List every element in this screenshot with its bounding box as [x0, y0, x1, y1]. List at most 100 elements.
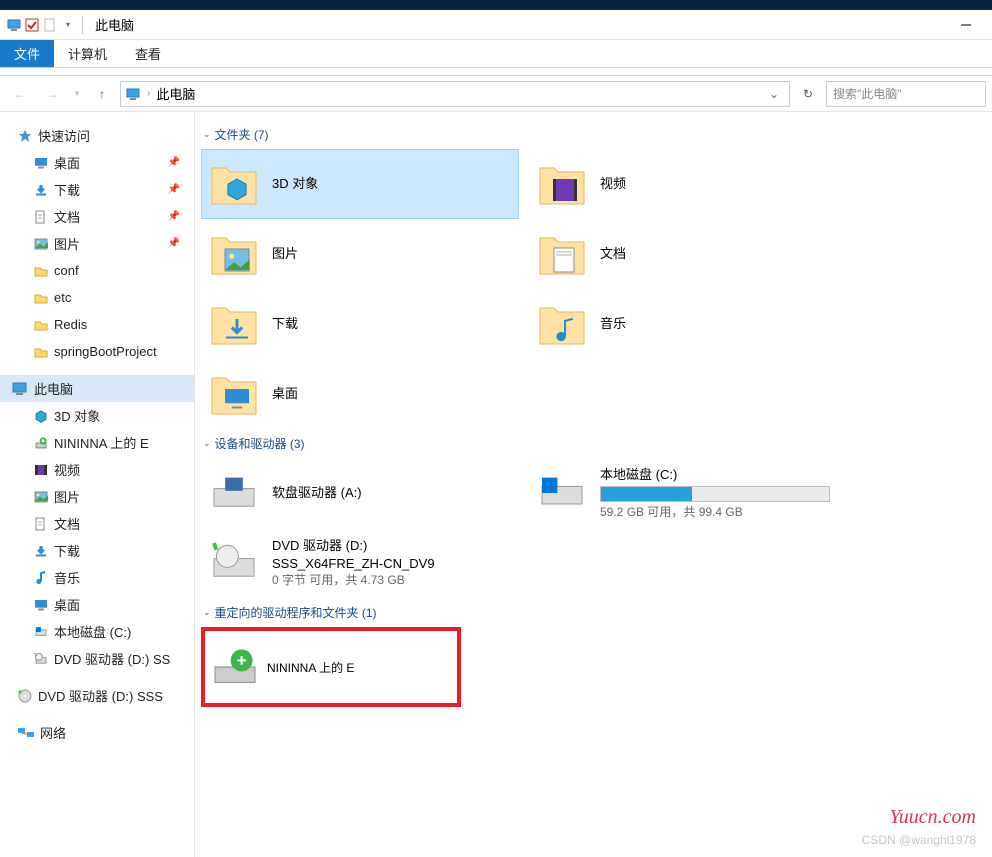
- forward-button[interactable]: →: [38, 80, 66, 108]
- dvd-icon: [34, 652, 48, 666]
- pin-icon: 📌: [168, 157, 180, 168]
- folder-icon: [34, 264, 48, 278]
- sidebar-item[interactable]: 图片📌: [0, 230, 194, 257]
- folder-tile[interactable]: 视频: [529, 149, 847, 219]
- pc-icon: [12, 382, 28, 396]
- up-button[interactable]: ↑: [88, 80, 116, 108]
- device-tile[interactable]: DVD 驱动器 (D:)SSS_X64FRE_ZH-CN_DV90 字节 可用，…: [201, 528, 519, 598]
- sidebar-item[interactable]: 下载: [0, 537, 194, 564]
- music-icon: [538, 300, 586, 348]
- csdn-watermark: CSDN @wanghl1978: [862, 833, 976, 847]
- dvd-icon: [18, 689, 32, 703]
- watermark: Yuucn.com: [890, 806, 976, 829]
- sidebar-item[interactable]: 桌面📌: [0, 149, 194, 176]
- tab-computer[interactable]: 计算机: [54, 40, 121, 67]
- sidebar-item[interactable]: 音乐: [0, 564, 194, 591]
- download-icon: [34, 544, 48, 558]
- network-icon: [18, 726, 34, 740]
- sidebar-item[interactable]: 3D 对象: [0, 402, 194, 429]
- sidebar-network[interactable]: 网络: [0, 719, 194, 746]
- desktop-icon: [34, 598, 48, 612]
- section-redirected-header[interactable]: ⌄ 重定向的驱动程序和文件夹 (1): [203, 604, 986, 621]
- check-icon: [24, 17, 40, 33]
- sidebar-item[interactable]: 图片: [0, 483, 194, 510]
- 3d-icon: [210, 160, 258, 208]
- folder-tile[interactable]: 图片: [201, 219, 519, 289]
- pictures-icon: [34, 237, 48, 251]
- pictures-icon: [34, 490, 48, 504]
- doc-icon: [42, 17, 58, 33]
- minimize-button[interactable]: [946, 12, 986, 38]
- ribbon-tabs: 文件 计算机 查看: [0, 40, 992, 68]
- folder-icon: [34, 318, 48, 332]
- chevron-down-icon: ⌄: [203, 129, 211, 140]
- sidebar-item[interactable]: Redis: [0, 311, 194, 338]
- content-pane: ⌄ 文件夹 (7) 3D 对象视频图片文档下载音乐桌面 ⌄ 设备和驱动器 (3)…: [195, 112, 992, 857]
- folder-tile[interactable]: 桌面: [201, 359, 519, 429]
- navbar: ← → ▾ ↑ › 此电脑 ⌄ ↻ 搜索"此电脑": [0, 76, 992, 112]
- folder-tile[interactable]: 文档: [529, 219, 847, 289]
- chevron-right-icon: ›: [147, 88, 150, 99]
- section-folders-header[interactable]: ⌄ 文件夹 (7): [203, 126, 986, 143]
- device-tile[interactable]: 软盘驱动器 (A:): [201, 458, 519, 528]
- download-icon: [210, 300, 258, 348]
- section-devices-header[interactable]: ⌄ 设备和驱动器 (3): [203, 435, 986, 452]
- chevron-down-icon[interactable]: ▾: [60, 17, 76, 33]
- sidebar-item[interactable]: conf: [0, 257, 194, 284]
- pin-icon: 📌: [168, 211, 180, 222]
- breadcrumb[interactable]: 此电脑: [156, 84, 195, 103]
- floppy-icon: [210, 469, 258, 517]
- search-input[interactable]: 搜索"此电脑": [826, 81, 986, 107]
- redirected-tile[interactable]: NININNA 上的 E: [201, 627, 461, 707]
- document-icon: [34, 517, 48, 531]
- pin-icon: 📌: [168, 184, 180, 195]
- titlebar: ▾ 此电脑: [0, 10, 992, 40]
- folder-tile[interactable]: 音乐: [529, 289, 847, 359]
- download-icon: [34, 183, 48, 197]
- back-button[interactable]: ←: [6, 80, 34, 108]
- folder-icon: [34, 291, 48, 305]
- search-placeholder: 搜索"此电脑": [833, 85, 902, 102]
- sidebar-item[interactable]: 下载📌: [0, 176, 194, 203]
- address-bar[interactable]: › 此电脑 ⌄: [120, 81, 790, 107]
- refresh-button[interactable]: ↻: [794, 80, 822, 108]
- dvd-icon: [210, 539, 258, 587]
- sidebar-item[interactable]: 文档📌: [0, 203, 194, 230]
- sidebar-item[interactable]: NININNA 上的 E: [0, 429, 194, 456]
- pictures-icon: [210, 230, 258, 278]
- folder-tile[interactable]: 3D 对象: [201, 149, 519, 219]
- star-icon: [18, 129, 32, 143]
- address-dropdown[interactable]: ⌄: [763, 87, 785, 101]
- sidebar-item[interactable]: 桌面: [0, 591, 194, 618]
- document-icon: [34, 210, 48, 224]
- pc-icon: [125, 86, 141, 102]
- music-icon: [34, 571, 48, 585]
- sidebar-item[interactable]: 文档: [0, 510, 194, 537]
- folder-tile[interactable]: 下载: [201, 289, 519, 359]
- sidebar-item[interactable]: 本地磁盘 (C:): [0, 618, 194, 645]
- monitor-icon: [6, 17, 22, 33]
- tab-view[interactable]: 查看: [121, 40, 175, 67]
- video-icon: [34, 463, 48, 477]
- device-tile[interactable]: 本地磁盘 (C:)59.2 GB 可用，共 99.4 GB: [529, 458, 847, 528]
- sidebar: 快速访问 桌面📌下载📌文档📌图片📌confetcRedisspringBootP…: [0, 112, 195, 857]
- history-dropdown[interactable]: ▾: [70, 80, 84, 108]
- disk-icon: [34, 625, 48, 639]
- sidebar-item[interactable]: 视频: [0, 456, 194, 483]
- disk-icon: [538, 469, 586, 517]
- sidebar-item[interactable]: springBootProject: [0, 338, 194, 365]
- chevron-down-icon: ⌄: [203, 438, 211, 449]
- capacity-bar: [600, 486, 830, 502]
- tab-file[interactable]: 文件: [0, 40, 54, 67]
- remote-icon: [213, 645, 257, 689]
- chevron-down-icon: ⌄: [203, 607, 211, 618]
- folder-icon: [34, 345, 48, 359]
- sidebar-quick-access[interactable]: 快速访问: [0, 122, 194, 149]
- 3d-icon: [34, 409, 48, 423]
- remote-icon: [34, 436, 48, 450]
- sidebar-item[interactable]: DVD 驱动器 (D:) SS: [0, 645, 194, 672]
- desktop-icon: [34, 156, 48, 170]
- sidebar-this-pc[interactable]: 此电脑: [0, 375, 194, 402]
- sidebar-dvd[interactable]: DVD 驱动器 (D:) SSS: [0, 682, 194, 709]
- sidebar-item[interactable]: etc: [0, 284, 194, 311]
